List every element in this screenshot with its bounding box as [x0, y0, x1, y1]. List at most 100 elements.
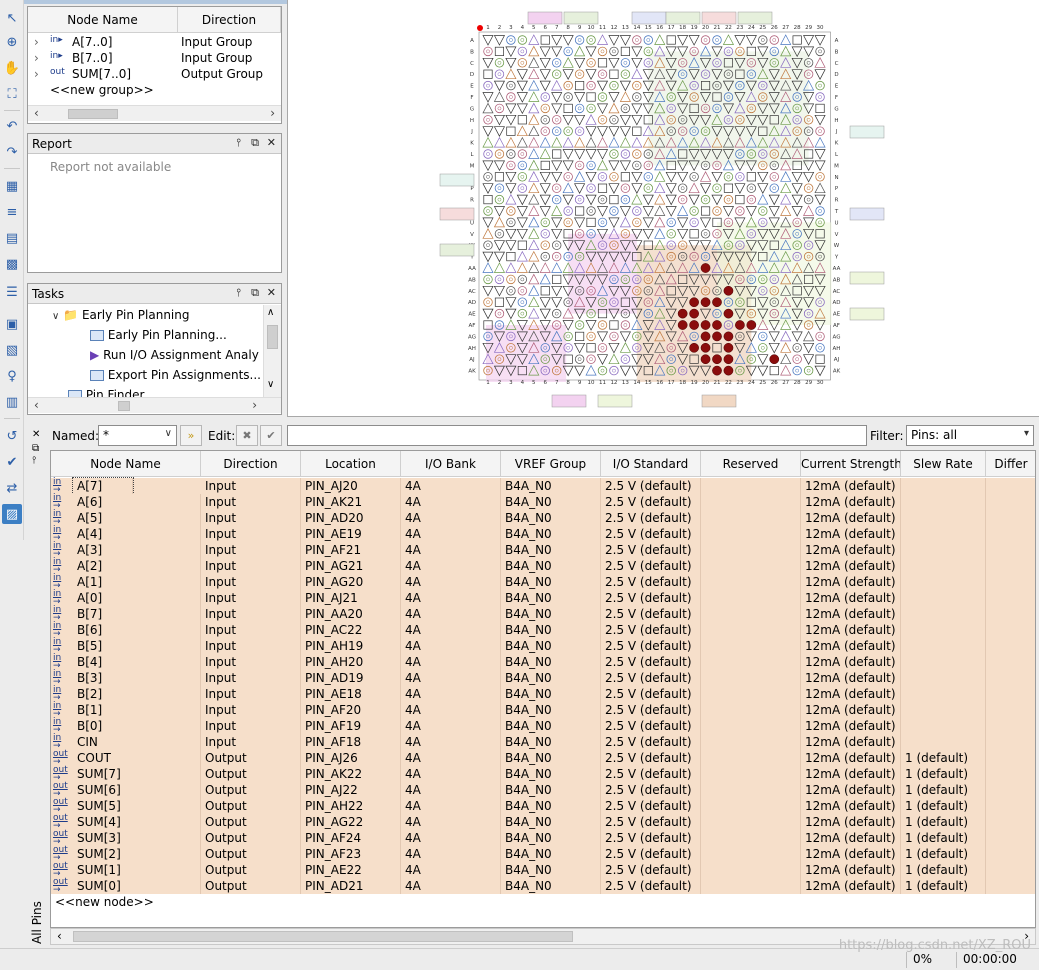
cell-bank[interactable]: 4A [401, 542, 501, 558]
group-row[interactable]: › in▸ B[7..0] Input Group [28, 50, 281, 66]
close-icon[interactable]: ✕ [267, 286, 276, 299]
table-row[interactable]: out → SUM[7] Output PIN_AK22 4A B4A_N0 2.5 V (d… [51, 766, 1035, 783]
col-header[interactable]: I/O Standard [601, 451, 701, 477]
scroll-left-icon[interactable]: ‹ [34, 398, 39, 412]
cell-differential[interactable] [986, 814, 1035, 830]
cell-bank[interactable]: 4A [401, 670, 501, 686]
cell-std[interactable]: 2.5 V (default) [601, 542, 701, 558]
cell-location[interactable]: PIN_AE22 [301, 862, 401, 878]
cell-name[interactable]: SUM[5] [73, 798, 201, 814]
cell-slew[interactable]: 1 (default) [901, 862, 986, 878]
cell-bank[interactable]: 4A [401, 798, 501, 814]
table-row[interactable]: in → B[3] Input PIN_AD19 4A B4A_N0 2.5 V (defau… [51, 670, 1035, 687]
pin-planner-icon[interactable]: ▦ [2, 176, 22, 196]
cell-differential[interactable] [986, 718, 1035, 734]
float-icon[interactable]: ⧉ [251, 136, 259, 150]
cell-slew[interactable] [901, 606, 986, 622]
cell-std[interactable]: 2.5 V (default) [601, 798, 701, 814]
cell-location[interactable]: PIN_AK22 [301, 766, 401, 782]
pointer-icon[interactable]: ↖ [2, 8, 22, 28]
cell-bank[interactable]: 4A [401, 622, 501, 638]
cell-slew[interactable]: 1 (default) [901, 846, 986, 862]
cell-slew[interactable] [901, 622, 986, 638]
cell-reserved[interactable] [701, 478, 801, 494]
cell-bank[interactable]: 4A [401, 750, 501, 766]
cell-vref[interactable]: B4A_N0 [501, 606, 601, 622]
cell-name[interactable]: A[5] [73, 510, 201, 526]
cell-std[interactable]: 2.5 V (default) [601, 654, 701, 670]
cell-reserved[interactable] [701, 526, 801, 542]
task-item[interactable]: ∨ 📁 Early Pin Planning [52, 308, 189, 322]
cell-differential[interactable] [986, 702, 1035, 718]
cell-reserved[interactable] [701, 542, 801, 558]
cell-std[interactable]: 2.5 V (default) [601, 622, 701, 638]
cell-bank[interactable]: 4A [401, 558, 501, 574]
cell-location[interactable]: PIN_AG22 [301, 814, 401, 830]
cell-location[interactable]: PIN_AG21 [301, 558, 401, 574]
cell-name[interactable]: A[3] [73, 542, 201, 558]
cell-bank[interactable]: 4A [401, 526, 501, 542]
cell-current[interactable]: 12mA (default) [801, 654, 901, 670]
cell-differential[interactable] [986, 686, 1035, 702]
probe-icon[interactable]: ♀ [2, 366, 22, 386]
cell-reserved[interactable] [701, 878, 801, 894]
cell-slew[interactable] [901, 654, 986, 670]
cell-differential[interactable] [986, 590, 1035, 606]
col-header[interactable]: VREF Group [501, 451, 601, 477]
cell-name[interactable]: A[2] [73, 558, 201, 574]
task-item[interactable]: Pin Finder [68, 388, 144, 397]
cell-direction[interactable]: Output [201, 814, 301, 830]
cell-reserved[interactable] [701, 670, 801, 686]
cell-current[interactable]: 12mA (default) [801, 862, 901, 878]
cell-direction[interactable]: Input [201, 542, 301, 558]
cell-std[interactable]: 2.5 V (default) [601, 862, 701, 878]
cell-location[interactable]: PIN_AJ26 [301, 750, 401, 766]
close-icon[interactable]: ✕ [32, 429, 40, 440]
cell-current[interactable]: 12mA (default) [801, 558, 901, 574]
cell-differential[interactable] [986, 542, 1035, 558]
cell-name[interactable]: B[4] [73, 654, 201, 670]
cell-name[interactable]: B[2] [73, 686, 201, 702]
cell-name[interactable]: B[1] [73, 702, 201, 718]
col-header[interactable]: I/O Bank [401, 451, 501, 477]
cell-std[interactable]: 2.5 V (default) [601, 878, 701, 894]
cell-name[interactable]: SUM[7] [73, 766, 201, 782]
cell-vref[interactable]: B4A_N0 [501, 814, 601, 830]
back-icon[interactable]: ↺ [2, 426, 22, 446]
cell-differential[interactable] [986, 798, 1035, 814]
cell-current[interactable]: 12mA (default) [801, 734, 901, 750]
groups-hscroll[interactable]: ‹ › [28, 105, 281, 121]
cell-std[interactable]: 2.5 V (default) [601, 766, 701, 782]
expand-icon[interactable]: › [34, 35, 39, 49]
cell-direction[interactable]: Output [201, 878, 301, 894]
cell-differential[interactable] [986, 734, 1035, 750]
cell-current[interactable]: 12mA (default) [801, 638, 901, 654]
col-header[interactable]: Location [301, 451, 401, 477]
cell-name[interactable]: SUM[2] [73, 846, 201, 862]
tasks-hscroll[interactable]: ‹ › [28, 397, 281, 413]
cell-current[interactable]: 12mA (default) [801, 798, 901, 814]
scroll-right-icon[interactable]: › [252, 398, 257, 412]
report-icon[interactable]: ▤ [2, 228, 22, 248]
cell-std[interactable]: 2.5 V (default) [601, 846, 701, 862]
cell-location[interactable]: PIN_AJ21 [301, 590, 401, 606]
cell-reserved[interactable] [701, 814, 801, 830]
cell-differential[interactable] [986, 766, 1035, 782]
cell-vref[interactable]: B4A_N0 [501, 478, 601, 494]
cell-current[interactable]: 12mA (default) [801, 526, 901, 542]
cell-location[interactable]: PIN_AD21 [301, 878, 401, 894]
table-row[interactable]: in → B[7] Input PIN_AA20 4A B4A_N0 2.5 V (defau… [51, 606, 1035, 623]
cell-bank[interactable]: 4A [401, 510, 501, 526]
cell-vref[interactable]: B4A_N0 [501, 558, 601, 574]
cell-vref[interactable]: B4A_N0 [501, 670, 601, 686]
cell-current[interactable]: 12mA (default) [801, 574, 901, 590]
cell-location[interactable]: PIN_AD19 [301, 670, 401, 686]
filter-combo[interactable]: Pins: all ▾ [906, 425, 1034, 446]
cell-slew[interactable] [901, 574, 986, 590]
col-header[interactable]: Differ [986, 451, 1035, 477]
table-row[interactable]: in → A[3] Input PIN_AF21 4A B4A_N0 2.5 V (defau… [51, 542, 1035, 559]
cell-std[interactable]: 2.5 V (default) [601, 830, 701, 846]
cell-slew[interactable] [901, 686, 986, 702]
cell-current[interactable]: 12mA (default) [801, 494, 901, 510]
cell-vref[interactable]: B4A_N0 [501, 862, 601, 878]
